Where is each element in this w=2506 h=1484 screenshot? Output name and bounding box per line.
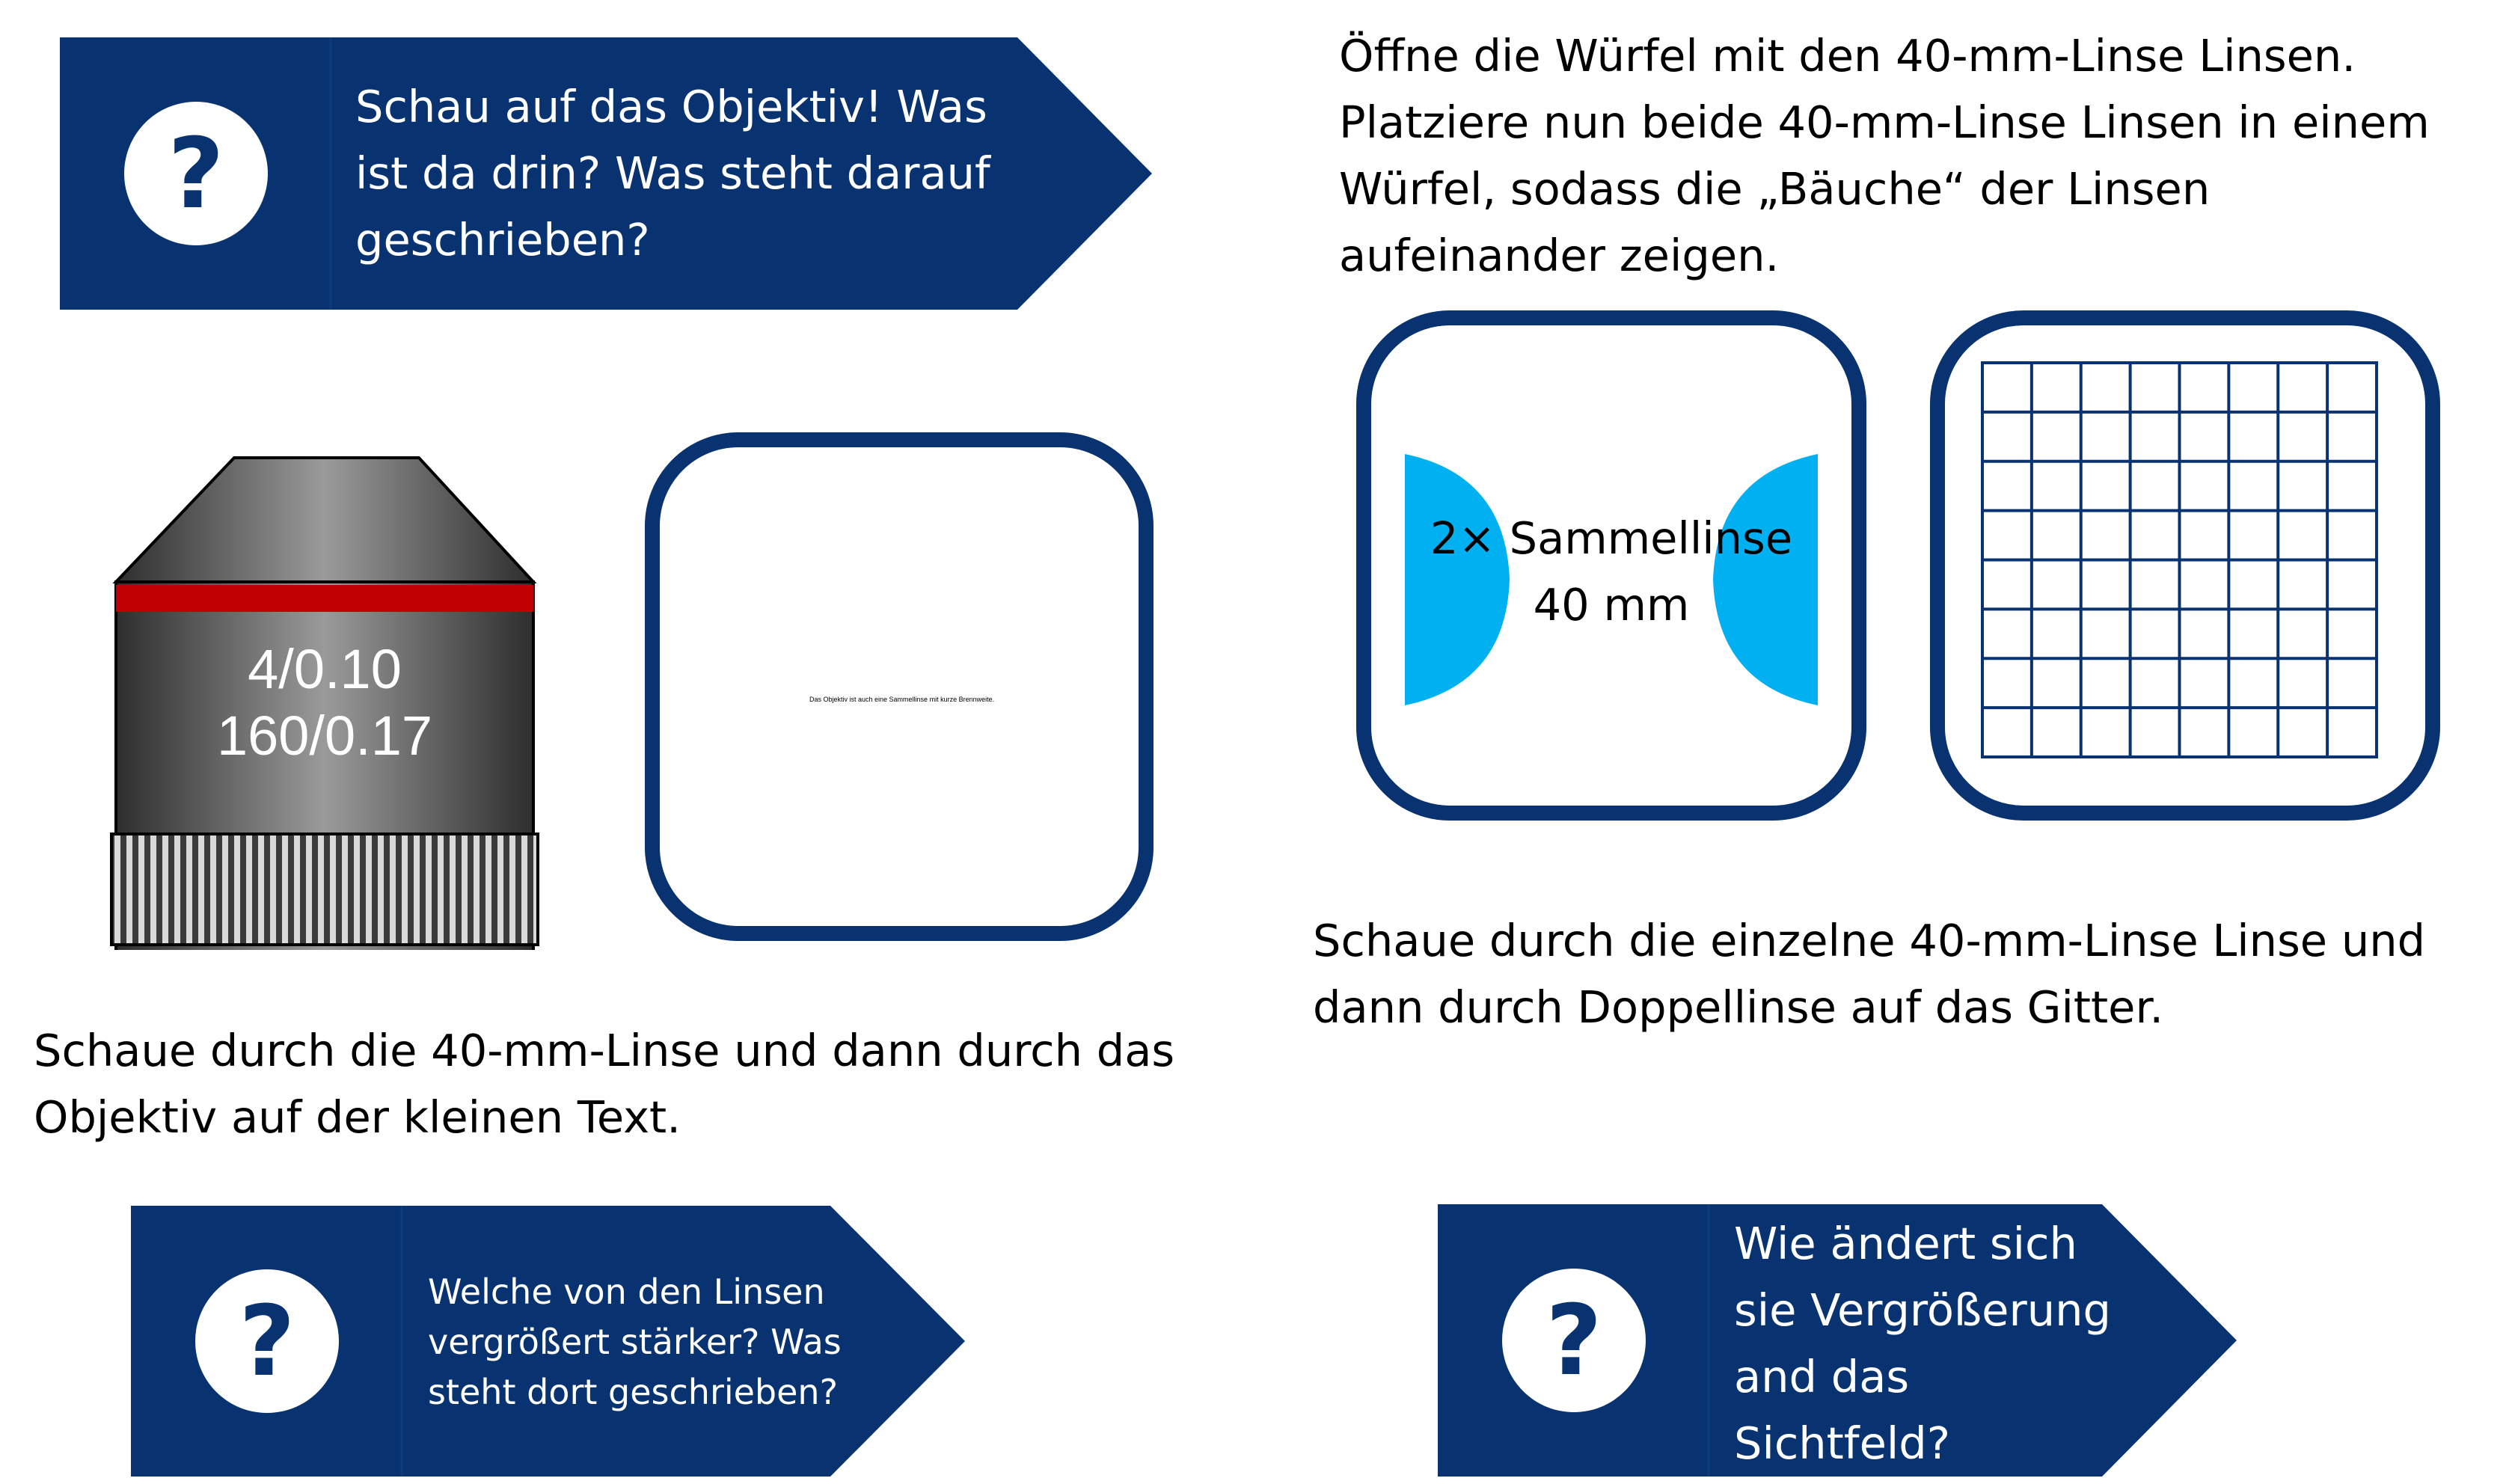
tiny-text: Das Objektiv ist auch eine Sammellinse m… [809, 696, 995, 703]
instruction-look-through-objective: Schaue durch die 40-mm-Linse und dann du… [34, 1017, 1275, 1150]
question-mark-icon: ? [195, 1269, 339, 1413]
instruction-line: Würfel, sodass die „Bäuche“ der Linsen [1339, 163, 2211, 215]
lens-cube: 2× Sammellinse 40 mm [1356, 310, 1866, 821]
banner-line: Schau auf das Objektiv! Was [355, 81, 987, 132]
grid-pattern [1981, 361, 2378, 758]
banner-line: Welche von den Linsen [428, 1272, 825, 1312]
question-banner-top-left: ? Schau auf das Objektiv! Was ist da dri… [60, 37, 1152, 310]
instruction-look-through-grid: Schaue durch die einzelne 40-mm-Linse Li… [1313, 907, 2480, 1040]
objective-label: 4/0.10 160/0.17 [116, 636, 533, 769]
lens-cube-label-line: 2× Sammellinse [1430, 512, 1793, 564]
objective-label-line: 4/0.10 [248, 638, 402, 700]
instruction-line: Schaue durch die 40-mm-Linse und dann du… [34, 1025, 1175, 1076]
banner-line: Wie ändert sich [1734, 1218, 2077, 1269]
instruction-line: aufeinander zeigen. [1339, 230, 1780, 281]
lens-cube-label: 2× Sammellinse 40 mm [1371, 505, 1851, 638]
instruction-line: Objektiv auf der kleinen Text. [34, 1091, 681, 1143]
instruction-open-cubes: Öffne die Würfel mit den 40-mm-Linse Lin… [1339, 22, 2461, 289]
banner-line: steht dort geschrieben? [428, 1372, 839, 1412]
instruction-line: Platziere nun beide 40-mm-Linse Linsen i… [1339, 96, 2430, 148]
question-banner-bottom-right: ? Wie ändert sich sie Vergrößerung and d… [1438, 1204, 2237, 1477]
question-mark-icon: ? [1502, 1269, 1646, 1412]
objective-label-line: 160/0.17 [216, 705, 433, 767]
banner-line: geschrieben? [355, 214, 650, 266]
instruction-line: Öffne die Würfel mit den 40-mm-Linse Lin… [1339, 30, 2356, 82]
small-text-cube: Das Objektiv ist auch eine Sammellinse m… [645, 432, 1154, 941]
banner-line: Sichtfeld? [1734, 1417, 1951, 1469]
objective-lens-illustration: 4/0.10 160/0.17 [108, 456, 546, 957]
banner-line: sie Vergrößerung [1734, 1284, 2111, 1336]
grid-cube [1930, 310, 2440, 821]
banner-line: vergrößert stärker? Was [428, 1322, 842, 1362]
lens-cube-label-line: 40 mm [1533, 579, 1690, 631]
instruction-line: dann durch Doppellinse auf das Gitter. [1313, 981, 2164, 1033]
question-banner-bottom-left: ? Welche von den Linsen vergrößert stärk… [131, 1206, 965, 1477]
banner-question-text: Schau auf das Objektiv! Was ist da drin?… [355, 73, 1014, 273]
banner-question-text: Welche von den Linsen vergrößert stärker… [428, 1267, 847, 1417]
banner-question-text: Wie ändert sich sie Vergrößerung and das… [1734, 1210, 2153, 1477]
banner-line: ist da drin? Was steht darauf [355, 147, 990, 199]
question-mark-icon: ? [124, 102, 268, 245]
instruction-line: Schaue durch die einzelne 40-mm-Linse Li… [1313, 915, 2426, 966]
banner-line: and das [1734, 1351, 1910, 1402]
